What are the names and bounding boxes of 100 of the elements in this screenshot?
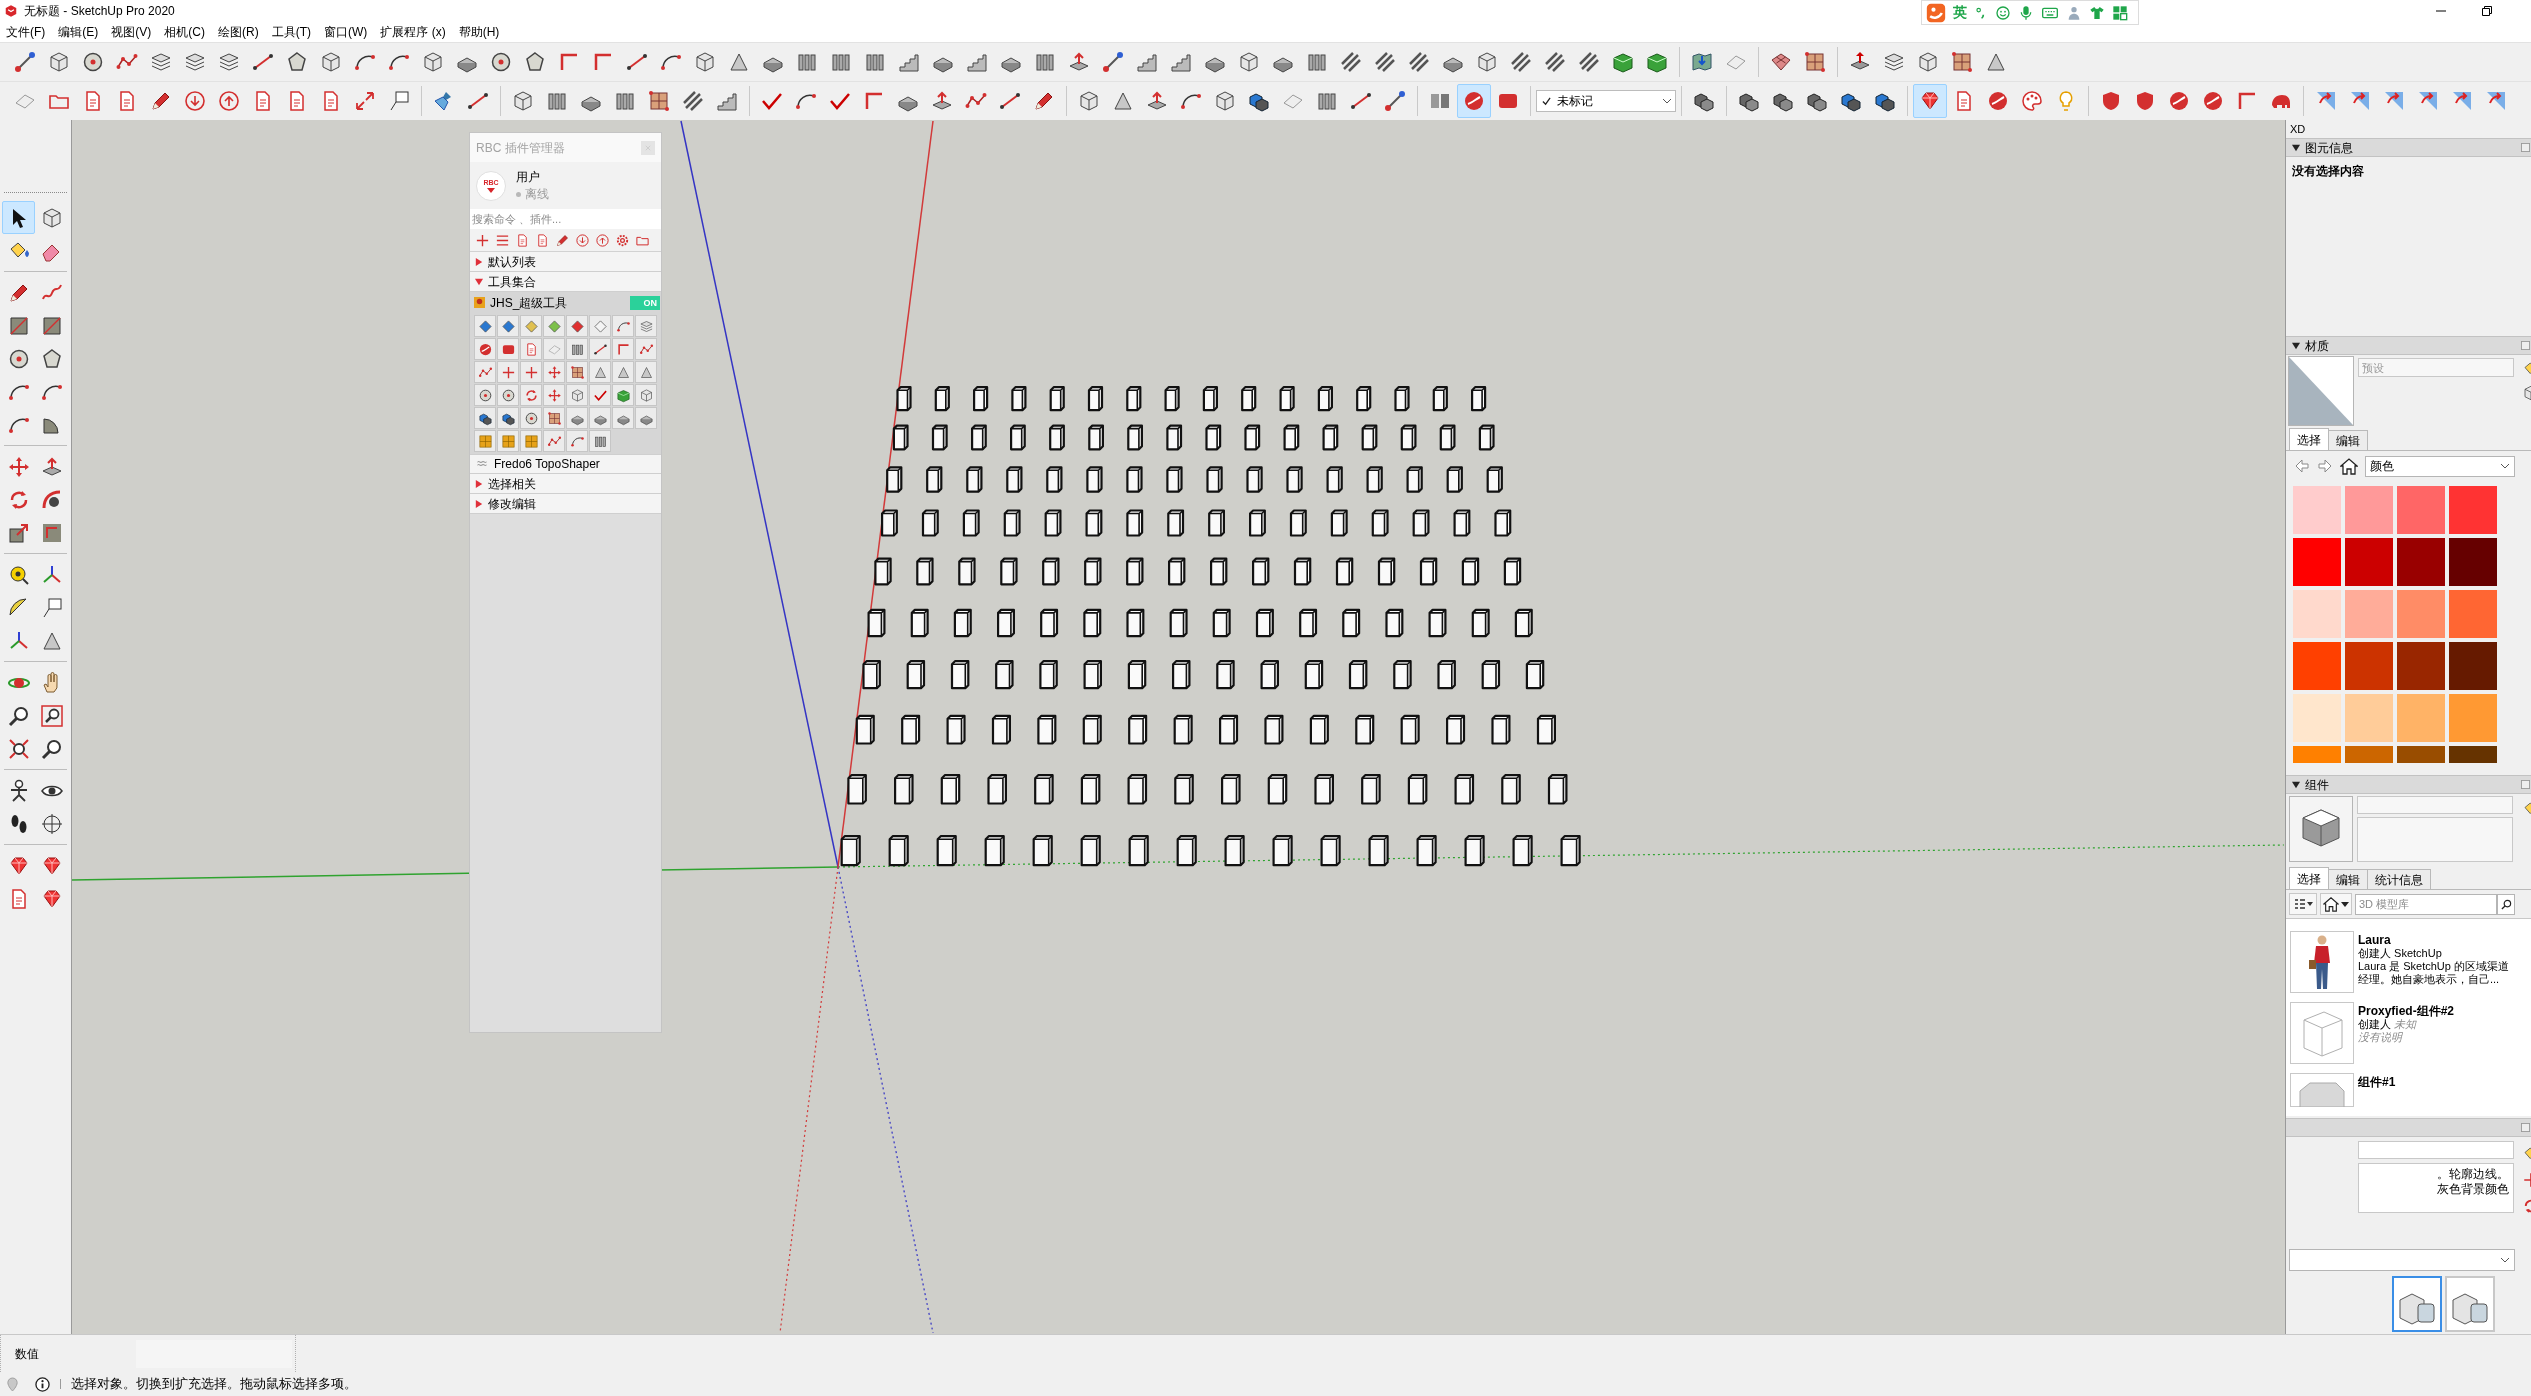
tab[interactable]: 统计信息 bbox=[2367, 869, 2431, 889]
tool-button[interactable] bbox=[543, 407, 565, 429]
tool-button[interactable] bbox=[520, 338, 542, 360]
color-swatch[interactable] bbox=[2345, 590, 2393, 638]
tool-button[interactable] bbox=[566, 430, 588, 452]
color-swatch[interactable] bbox=[2397, 486, 2445, 534]
menu-item[interactable]: 帮助(H) bbox=[458, 24, 500, 40]
color-swatch[interactable] bbox=[2293, 694, 2341, 742]
menu-item[interactable]: 工具(T) bbox=[271, 24, 311, 40]
tool-button[interactable] bbox=[474, 384, 496, 406]
icon-button[interactable] bbox=[593, 231, 611, 249]
tag-dropdown[interactable]: 未标记 bbox=[1536, 90, 1676, 112]
menu-item[interactable]: 绘图(R) bbox=[218, 24, 259, 40]
shirt-icon[interactable] bbox=[2089, 4, 2105, 21]
back-arrow-icon[interactable] bbox=[2294, 458, 2310, 474]
panel-header[interactable]: 材质 bbox=[2286, 336, 2531, 355]
color-swatch[interactable] bbox=[2449, 538, 2497, 586]
color-swatch[interactable] bbox=[2345, 746, 2393, 763]
icon-button[interactable] bbox=[573, 231, 591, 249]
person-icon[interactable] bbox=[2066, 4, 2082, 21]
color-swatch[interactable] bbox=[2449, 642, 2497, 690]
tool-button[interactable] bbox=[566, 407, 588, 429]
view-options-button[interactable] bbox=[2289, 893, 2317, 915]
tool-button[interactable] bbox=[612, 315, 634, 337]
tool-button[interactable] bbox=[612, 361, 634, 383]
color-swatch[interactable] bbox=[2397, 590, 2445, 638]
tool-button[interactable] bbox=[589, 407, 611, 429]
tool-button[interactable] bbox=[635, 407, 657, 429]
menu-item[interactable]: 扩展程序 (x) bbox=[380, 24, 446, 40]
tree-item[interactable]: JHS_超级工具 bbox=[490, 293, 568, 312]
tool-button[interactable] bbox=[589, 430, 611, 452]
menu-item[interactable]: 窗口(W) bbox=[324, 24, 368, 40]
color-swatch[interactable] bbox=[2397, 538, 2445, 586]
color-swatch[interactable] bbox=[2345, 694, 2393, 742]
microphone-icon[interactable] bbox=[2018, 4, 2034, 21]
tool-button[interactable] bbox=[520, 361, 542, 383]
tab[interactable]: 编辑 bbox=[2328, 869, 2368, 889]
grid-icon[interactable] bbox=[2112, 4, 2128, 21]
tool-button[interactable] bbox=[589, 338, 611, 360]
tool-button[interactable] bbox=[543, 430, 565, 452]
library-dropdown[interactable]: 颜色 bbox=[2365, 455, 2515, 477]
tool-button[interactable] bbox=[497, 338, 519, 360]
search-field[interactable]: 搜索命令 、插件... bbox=[470, 209, 661, 229]
color-swatch[interactable] bbox=[2397, 694, 2445, 742]
tool-button[interactable] bbox=[520, 384, 542, 406]
color-swatch[interactable] bbox=[2449, 590, 2497, 638]
color-swatch[interactable] bbox=[2293, 590, 2341, 638]
forward-arrow-icon[interactable] bbox=[2317, 458, 2333, 474]
tool-button[interactable] bbox=[497, 361, 519, 383]
panel-header[interactable]: 组件 bbox=[2286, 775, 2531, 794]
menu-item[interactable]: 相机(C) bbox=[164, 24, 205, 40]
tool-button[interactable] bbox=[543, 384, 565, 406]
tool-button[interactable] bbox=[635, 361, 657, 383]
color-swatch[interactable] bbox=[2293, 538, 2341, 586]
style-thumbnail[interactable] bbox=[2445, 1276, 2495, 1332]
color-swatch[interactable] bbox=[2293, 642, 2341, 690]
color-swatch[interactable] bbox=[2293, 486, 2341, 534]
color-swatch[interactable] bbox=[2449, 746, 2497, 763]
tool-button[interactable] bbox=[474, 361, 496, 383]
tool-button[interactable] bbox=[497, 384, 519, 406]
panel-header[interactable]: 图元信息 bbox=[2286, 138, 2531, 157]
name-field[interactable] bbox=[2358, 1141, 2514, 1159]
tool-button[interactable] bbox=[589, 361, 611, 383]
tool-button[interactable] bbox=[520, 407, 542, 429]
color-swatch[interactable] bbox=[2449, 486, 2497, 534]
tab[interactable]: 选择 bbox=[2289, 428, 2329, 450]
color-swatch[interactable] bbox=[2397, 642, 2445, 690]
toolbar-button[interactable] bbox=[2, 201, 35, 234]
color-swatch[interactable] bbox=[2293, 746, 2341, 763]
description-field[interactable]: 。轮廓边线。 灰色背景颜色 bbox=[2358, 1163, 2514, 1213]
name-field[interactable] bbox=[2357, 796, 2513, 814]
tool-button[interactable] bbox=[612, 384, 634, 406]
menu-item[interactable]: 编辑(E) bbox=[58, 24, 99, 40]
tool-button[interactable] bbox=[566, 338, 588, 360]
home-icon[interactable] bbox=[2340, 457, 2358, 475]
info-icon[interactable] bbox=[35, 1376, 50, 1392]
menu-item[interactable]: 文件(F) bbox=[6, 24, 46, 40]
tab[interactable]: 选择 bbox=[2289, 867, 2329, 889]
tool-button[interactable] bbox=[566, 315, 588, 337]
tree-item[interactable]: 默认列表 bbox=[470, 252, 661, 272]
tool-button[interactable] bbox=[589, 384, 611, 406]
tree-item[interactable]: 工具集合 bbox=[470, 272, 661, 292]
tool-button[interactable] bbox=[612, 338, 634, 360]
tool-button[interactable] bbox=[474, 407, 496, 429]
name-field[interactable]: 预设 bbox=[2358, 358, 2514, 377]
tree-item[interactable]: 选择相关 bbox=[470, 474, 661, 494]
tool-button[interactable] bbox=[474, 315, 496, 337]
tool-button[interactable] bbox=[474, 338, 496, 360]
home-button[interactable] bbox=[2320, 893, 2352, 915]
tab[interactable]: 编辑 bbox=[2328, 430, 2368, 450]
style-thumbnail[interactable] bbox=[2392, 1276, 2442, 1332]
color-swatch[interactable] bbox=[2345, 486, 2393, 534]
tool-button[interactable] bbox=[566, 361, 588, 383]
search-button[interactable] bbox=[2497, 893, 2515, 915]
color-swatch[interactable] bbox=[2449, 694, 2497, 742]
color-swatch[interactable] bbox=[2397, 746, 2445, 763]
description-field[interactable] bbox=[2357, 817, 2513, 862]
search-field[interactable]: 3D 模型库 bbox=[2355, 893, 2497, 915]
tool-button[interactable] bbox=[497, 407, 519, 429]
menu-item[interactable]: 视图(V) bbox=[111, 24, 152, 40]
